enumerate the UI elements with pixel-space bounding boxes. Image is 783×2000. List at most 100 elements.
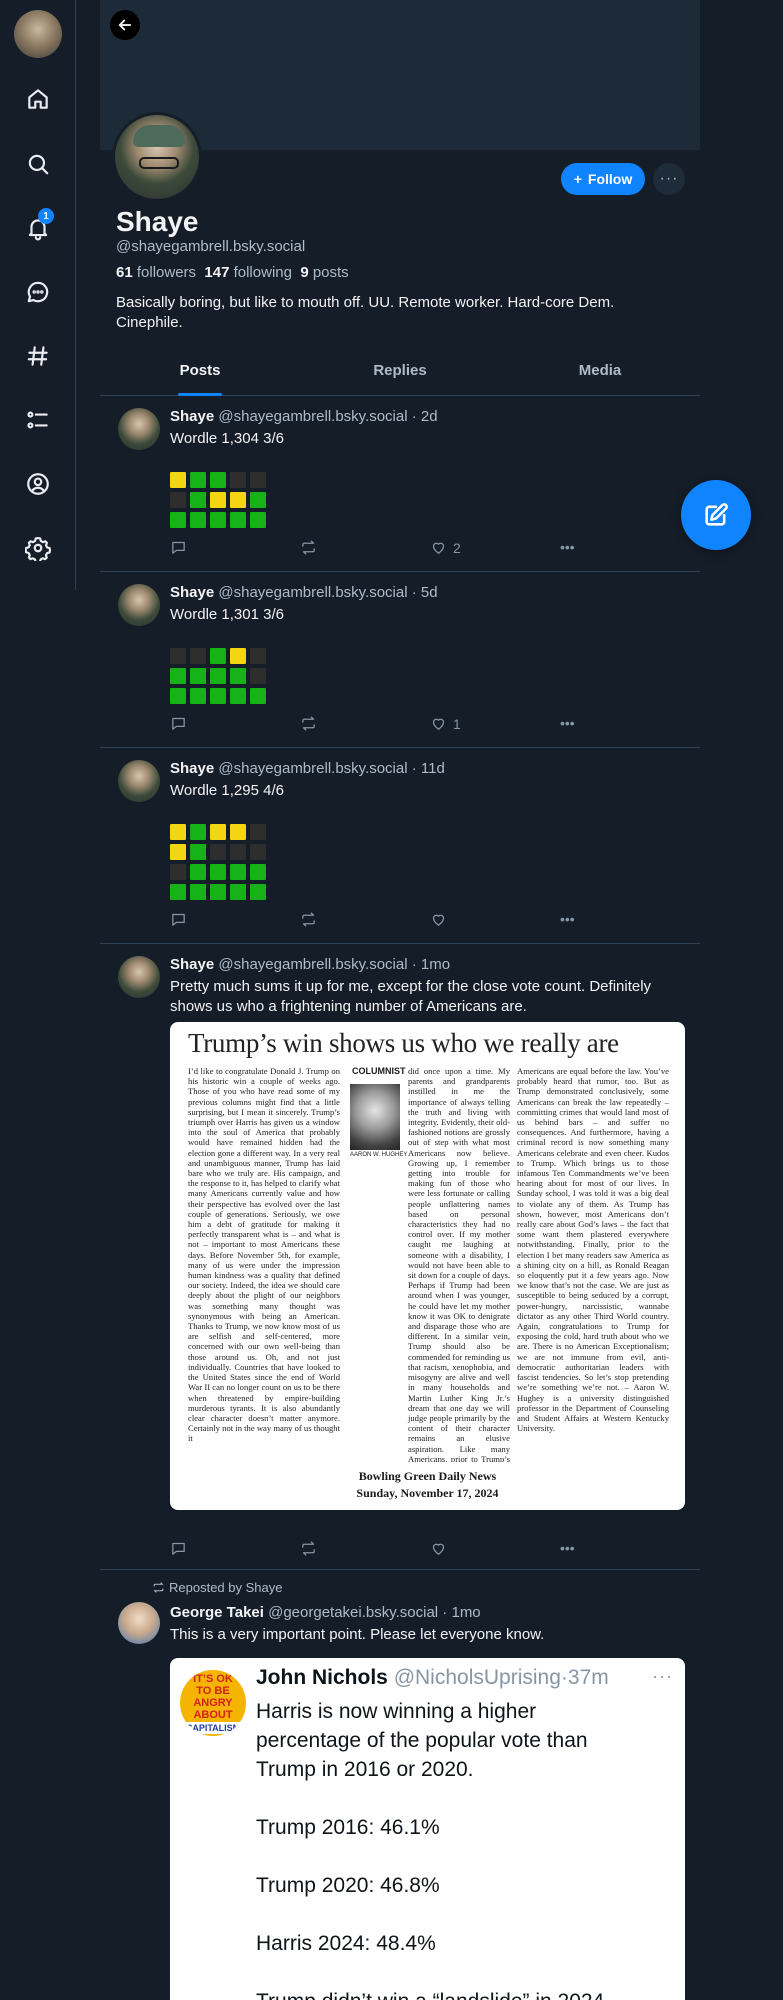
repost-icon xyxy=(302,912,315,927)
wordle-square xyxy=(170,844,186,860)
wordle-square xyxy=(190,648,206,664)
post-author-avatar[interactable] xyxy=(118,956,160,998)
tab-posts[interactable]: Posts xyxy=(100,356,300,396)
wordle-square xyxy=(250,864,266,880)
heart-icon xyxy=(432,1543,445,1555)
profile-icon[interactable] xyxy=(22,468,54,500)
post-more-icon[interactable]: ••• xyxy=(560,1540,575,1556)
wordle-square xyxy=(250,688,266,704)
feed-post[interactable]: Shaye @shayegambrell.bsky.social · 11d W… xyxy=(100,748,700,944)
reply-button[interactable] xyxy=(170,715,187,732)
repost-button[interactable] xyxy=(300,1540,317,1557)
post-actions: ••• xyxy=(170,1540,590,1560)
reply-button[interactable] xyxy=(170,911,187,928)
repost-button[interactable] xyxy=(300,911,317,928)
notifications-bell-icon[interactable]: 1 xyxy=(22,208,54,244)
wordle-square xyxy=(190,512,206,528)
post-text: Wordle 1,304 3/6 xyxy=(170,430,284,447)
profile-avatar[interactable] xyxy=(112,112,202,202)
post-header: Shaye @shayegambrell.bsky.social · 5d xyxy=(170,584,438,601)
repost-icon xyxy=(302,540,315,555)
wordle-square xyxy=(230,688,246,704)
repost-button[interactable] xyxy=(300,715,317,732)
wordle-square xyxy=(250,884,266,900)
wordle-square xyxy=(250,648,266,664)
wordle-grid xyxy=(170,472,266,528)
post-author-avatar[interactable] xyxy=(118,408,160,450)
lists-icon[interactable] xyxy=(22,404,54,436)
clipping-date: Sunday, November 17, 2024 xyxy=(356,1486,499,1500)
wordle-square xyxy=(170,884,186,900)
clipping-column-2: did once upon a time. My parents and gra… xyxy=(408,1066,510,1462)
posts-count: 9 posts xyxy=(300,264,349,281)
heart-icon xyxy=(432,718,445,730)
reply-button[interactable] xyxy=(170,1540,187,1557)
reply-icon xyxy=(172,1542,185,1555)
feed-post[interactable]: Shaye @shayegambrell.bsky.social · 5d Wo… xyxy=(100,572,700,748)
like-button[interactable]: 2 xyxy=(430,539,461,556)
reposted-indicator: Reposted by Shaye xyxy=(152,1580,282,1595)
embedded-author-avatar: IT’S OK TO BE ANGRY ABOUT CAPITALISM xyxy=(180,1670,246,1736)
wordle-square xyxy=(230,668,246,684)
wordle-square xyxy=(210,512,226,528)
feed-post[interactable]: Shaye @shayegambrell.bsky.social · 1mo P… xyxy=(100,944,700,1570)
compose-post-button[interactable] xyxy=(681,480,751,550)
embedded-text-line: Trump 2020: 46.8% xyxy=(256,1874,440,1897)
wordle-grid xyxy=(170,648,266,704)
wordle-square xyxy=(190,688,206,704)
repost-button[interactable] xyxy=(300,539,317,556)
chat-bubble-icon[interactable] xyxy=(22,276,54,308)
plus-icon: + xyxy=(573,171,582,187)
post-more-icon[interactable]: ••• xyxy=(560,911,575,927)
clipping-source: Bowling Green Daily News xyxy=(358,1469,497,1483)
post-more-icon[interactable]: ••• xyxy=(560,715,575,731)
heart-icon xyxy=(432,542,445,554)
follow-button[interactable]: + Follow xyxy=(561,163,645,195)
followers-link[interactable]: 61 followers xyxy=(116,264,196,281)
post-author-avatar[interactable] xyxy=(118,584,160,626)
wordle-square xyxy=(230,844,246,860)
profile-bio: Basically boring, but like to mouth off.… xyxy=(116,294,615,331)
tab-replies[interactable]: Replies xyxy=(300,356,500,395)
wordle-square xyxy=(210,688,226,704)
like-button[interactable]: 1 xyxy=(430,715,461,732)
wordle-square xyxy=(210,864,226,880)
reply-button[interactable] xyxy=(170,539,187,556)
clipping-column-1: I’d like to congratulate Donald J. Trump… xyxy=(188,1066,340,1444)
like-button[interactable] xyxy=(430,911,453,928)
like-button[interactable] xyxy=(430,1540,453,1557)
wordle-square xyxy=(210,492,226,508)
search-icon[interactable] xyxy=(22,148,54,180)
back-button[interactable] xyxy=(110,10,140,40)
following-link[interactable]: 147 following xyxy=(204,264,292,281)
like-count: 1 xyxy=(453,715,461,732)
wordle-square xyxy=(250,668,266,684)
newspaper-clipping-image[interactable]: Trump’s win shows us who we really are I… xyxy=(170,1022,685,1510)
tab-media[interactable]: Media xyxy=(500,356,700,395)
post-author-avatar[interactable] xyxy=(118,1602,160,1644)
wordle-square xyxy=(210,884,226,900)
feed-post-repost[interactable]: Reposted by Shaye George Takei @georgeta… xyxy=(100,1570,700,2000)
embedded-text-line: percentage of the popular vote than xyxy=(256,1729,588,1752)
current-user-avatar[interactable] xyxy=(14,10,62,58)
wordle-square xyxy=(230,492,246,508)
settings-gear-icon[interactable] xyxy=(22,532,54,564)
post-more-icon[interactable]: ••• xyxy=(560,539,575,555)
wordle-square xyxy=(230,824,246,840)
post-text: Wordle 1,301 3/6 xyxy=(170,606,284,623)
embedded-text-line: Harris is now winning a higher xyxy=(256,1700,537,1723)
post-text: Wordle 1,295 4/6 xyxy=(170,782,284,799)
heart-icon xyxy=(432,914,445,926)
wordle-square xyxy=(190,472,206,488)
home-icon[interactable] xyxy=(22,83,54,115)
post-author-avatar[interactable] xyxy=(118,760,160,802)
profile-more-button[interactable]: ··· xyxy=(653,163,685,195)
embedded-post-header: John Nichols @NicholsUprising·37m xyxy=(256,1666,609,1689)
wordle-square xyxy=(250,512,266,528)
wordle-square xyxy=(250,824,266,840)
embedded-screenshot-image[interactable]: IT’S OK TO BE ANGRY ABOUT CAPITALISM Joh… xyxy=(170,1658,685,2000)
wordle-square xyxy=(170,648,186,664)
feed-post[interactable]: Shaye @shayegambrell.bsky.social · 2d Wo… xyxy=(100,396,700,572)
hashtag-feeds-icon[interactable] xyxy=(22,340,54,372)
repost-icon xyxy=(302,716,315,731)
